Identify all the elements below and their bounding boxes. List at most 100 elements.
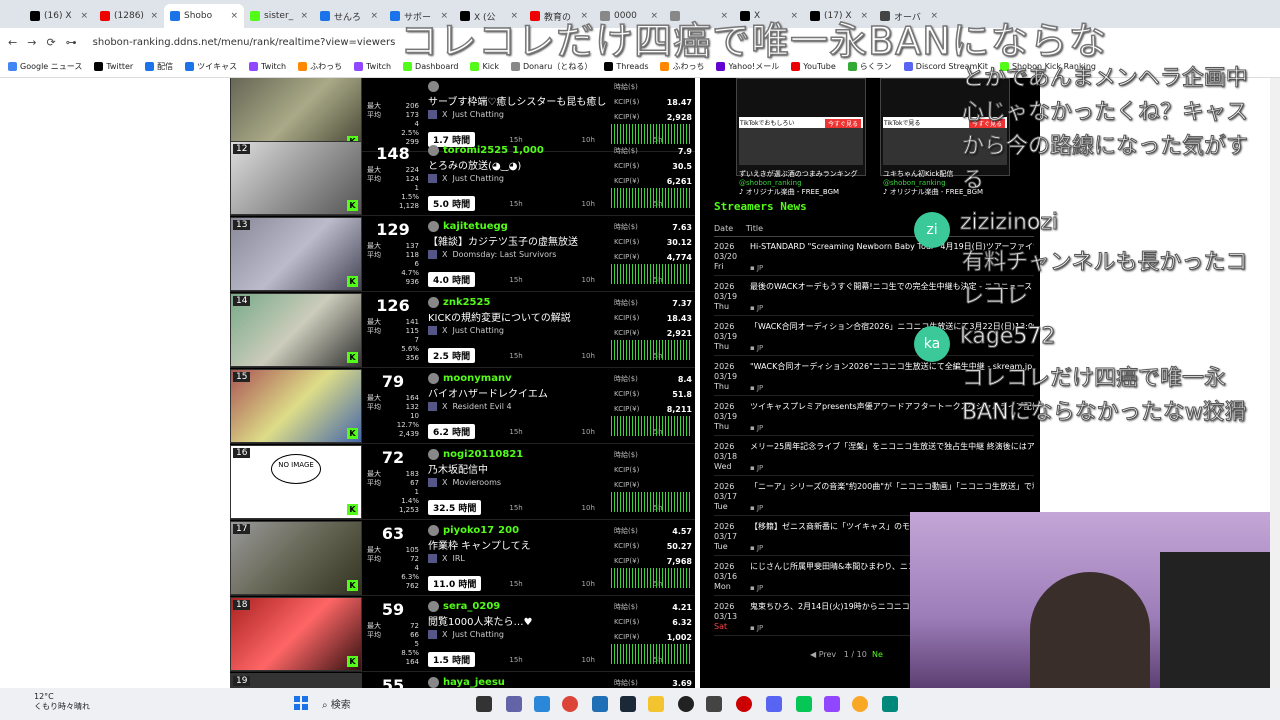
news-title[interactable]: メリー25周年記念ライブ「涅槃」をニコニコ生放送で独占生中継 終演後にはアルカン…: [750, 442, 1034, 452]
url-field[interactable]: shobon-ranking.ddns.net/menu/rank/realti…: [93, 37, 396, 48]
x-icon[interactable]: X: [442, 554, 447, 563]
taskbar-search[interactable]: ⌕ 検索: [322, 696, 351, 711]
back-icon[interactable]: ←: [8, 36, 17, 49]
bookmark-1[interactable]: Twitter: [94, 62, 133, 71]
coin-icon[interactable]: [852, 696, 868, 712]
steam-icon[interactable]: [620, 696, 636, 712]
obs-icon[interactable]: [678, 696, 694, 712]
close-icon[interactable]: ×: [230, 11, 238, 21]
start-icon[interactable]: [294, 696, 308, 710]
next-button[interactable]: Ne: [872, 650, 883, 659]
card-button[interactable]: 今すぐ見る: [824, 119, 861, 128]
social-icon[interactable]: [428, 401, 437, 411]
ranking-row[interactable]: 19K55haya_jeesuX時給($)3.69KCIP($)KCIP(¥): [230, 672, 695, 688]
ranking-row[interactable]: 14 K 126 最大 141 平均 115 7 5.6% 356 znk2525 KICKの規約変更…: [230, 292, 695, 368]
stream-thumbnail[interactable]: 18 K: [230, 597, 362, 671]
social-icon[interactable]: [428, 477, 437, 487]
metric-label: KCIP(¥): [614, 633, 640, 641]
ranking-row[interactable]: 16 NO IMAGE K 72 最大 183 平均 67 1 1.4% 1,253 nogi2011…: [230, 444, 695, 520]
stat-line: 8.5%: [364, 649, 422, 658]
social-icon[interactable]: [428, 325, 437, 335]
record-icon[interactable]: [736, 696, 752, 712]
tab-4[interactable]: せんろ ×: [314, 4, 384, 28]
ranking-row[interactable]: 12 K 148 最大 224 平均 124 1 1.5% 1,128 toromi2525 1,00…: [230, 140, 695, 216]
x-icon[interactable]: X: [442, 402, 447, 411]
metrics: 時給($) 8.4 KCIP($) 51.8 KCIP(¥) 8,211: [614, 372, 692, 417]
forward-icon[interactable]: →: [27, 36, 36, 49]
twitch-icon[interactable]: [824, 696, 840, 712]
scrollbar[interactable]: [1270, 78, 1280, 688]
social-icon[interactable]: [428, 249, 437, 259]
channel-info: haya_jeesuX時給($)3.69KCIP($)KCIP(¥): [428, 676, 693, 688]
bookmark-6[interactable]: Twitch: [354, 62, 391, 71]
social-icon[interactable]: [428, 629, 437, 639]
social-icon[interactable]: [428, 553, 437, 563]
folder-icon[interactable]: [648, 696, 664, 712]
metric-label: KCIP($): [614, 390, 640, 398]
x-icon[interactable]: X: [442, 250, 447, 259]
close-icon[interactable]: ×: [370, 11, 378, 21]
tiktok-card[interactable]: TikTokでおもしろい 今すぐ見る ずいえきが選ぶ酒のつまみランキング @shobo…: [736, 78, 866, 196]
weather-widget[interactable]: 12°C くもり時々晴れ: [34, 692, 90, 712]
ranking-row[interactable]: 15 K 79 最大 164 平均 132 10 12.7% 2,439 moonymanv バイオハ…: [230, 368, 695, 444]
stream-thumbnail[interactable]: 15 K: [230, 369, 362, 443]
stream-thumbnail[interactable]: 17 K: [230, 521, 362, 595]
chrome-icon[interactable]: [562, 696, 578, 712]
ranking-row[interactable]: 17 K 63 最大 105 平均 72 4 6.3% 762 piyoko17 200 作業枠 キャン…: [230, 520, 695, 596]
x-icon[interactable]: X: [442, 326, 447, 335]
metric-label: KCIP($): [614, 98, 640, 106]
date-part: 2026: [714, 322, 735, 331]
x-icon[interactable]: X: [442, 478, 447, 487]
stream-thumbnail[interactable]: 14 K: [230, 293, 362, 367]
x-icon[interactable]: X: [442, 110, 447, 119]
stream-thumbnail[interactable]: 16 NO IMAGE K: [230, 445, 362, 519]
tab-1[interactable]: (1286) ×: [94, 4, 164, 28]
news-item[interactable]: 2026 03/17 Tue 「ニーア」シリーズの音楽"約200曲"が「ニコニコ動画」…: [714, 478, 1034, 516]
app-icon[interactable]: [706, 696, 722, 712]
stat-label: 最大: [367, 622, 381, 630]
stream-thumbnail[interactable]: 12 K: [230, 141, 362, 215]
stream-thumbnail[interactable]: 19K: [230, 673, 362, 688]
teams-icon[interactable]: [506, 696, 522, 712]
prev-button[interactable]: ◀ Prev: [810, 650, 836, 659]
tab-3[interactable]: sister_ ×: [244, 4, 314, 28]
line-icon[interactable]: [796, 696, 812, 712]
calc-icon[interactable]: [882, 696, 898, 712]
bookmark-3[interactable]: ツイキャス: [185, 61, 237, 72]
close-icon[interactable]: ×: [300, 11, 308, 21]
ranking-row[interactable]: 13 K 129 最大 137 平均 118 6 4.7% 936 kajitetuegg 【雑談】カ…: [230, 216, 695, 292]
bookmark-5[interactable]: ふわっち: [298, 61, 342, 72]
bookmark-0[interactable]: Google ニュース: [8, 61, 82, 72]
tiktok-card[interactable]: TikTokで見る 今すぐ見る ユキちゃん初Kick配信 @shobon_rankin…: [880, 78, 1010, 196]
channel-name-text: piyoko17: [443, 525, 495, 536]
site-info-icon[interactable]: ⊶: [66, 36, 77, 49]
copilot-icon[interactable]: [534, 696, 550, 712]
tab-0[interactable]: (16) X ×: [24, 4, 94, 28]
news-title[interactable]: 「ニーア」シリーズの音楽"約200曲"が「ニコニコ動画」「ニコニコ生放送」で利用…: [750, 482, 1034, 492]
close-icon[interactable]: ×: [80, 11, 88, 21]
bookmark-4[interactable]: Twitch: [249, 62, 286, 71]
ranking-row[interactable]: 18 K 59 最大 72 平均 66 5 8.5% 164 sera_0209 閲覧1000人来たら…: [230, 596, 695, 672]
viewer-count: 79: [381, 372, 405, 391]
stream-title: サーブす枠端♡癒しシスターも昆も癒し: [428, 97, 607, 107]
stream-title: バイオハザードレクイエム: [428, 389, 548, 399]
rank-number: 15: [233, 372, 251, 382]
social-icon[interactable]: [428, 173, 437, 183]
news-item[interactable]: 2026 03/18 Wed メリー25周年記念ライブ「涅槃」をニコニコ生放送で独占生…: [714, 438, 1034, 476]
reload-icon[interactable]: ⟳: [46, 36, 55, 49]
discord-icon[interactable]: [766, 696, 782, 712]
date-part: 2026: [714, 362, 735, 371]
close-icon[interactable]: ×: [150, 11, 158, 21]
x-icon[interactable]: X: [442, 174, 447, 183]
x-icon[interactable]: X: [442, 630, 447, 639]
tab-2[interactable]: Shobo ×: [164, 4, 244, 28]
edge-icon[interactable]: [592, 696, 608, 712]
avatar-kage572: ka: [914, 326, 950, 362]
metric-value: 6.32: [672, 618, 692, 627]
social-icon[interactable]: [428, 109, 437, 119]
stat-line: 最大 137: [364, 242, 422, 251]
taskview-icon[interactable]: [476, 696, 492, 712]
bookmark-2[interactable]: 配信: [145, 61, 173, 72]
tab-label: Shobo: [184, 11, 213, 21]
stream-thumbnail[interactable]: 13 K: [230, 217, 362, 291]
